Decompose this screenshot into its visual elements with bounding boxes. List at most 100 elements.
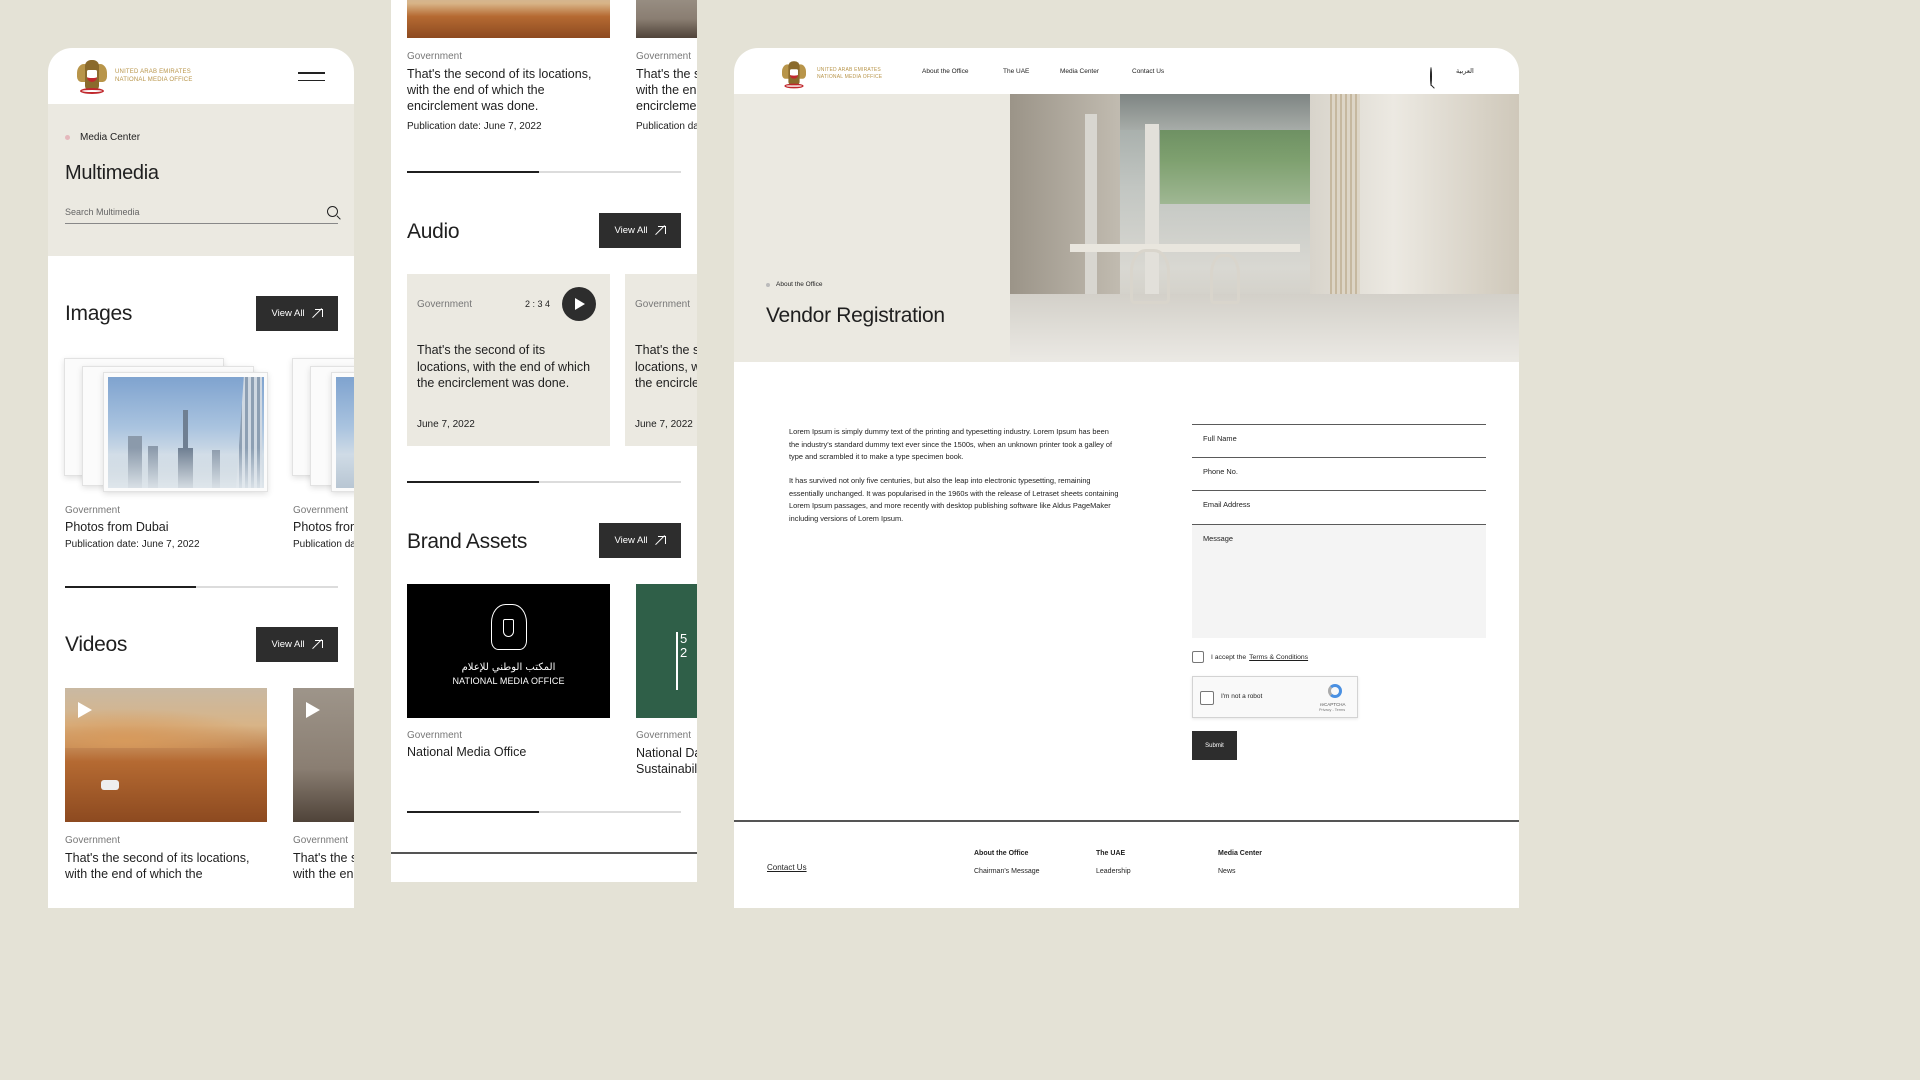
- arrow-up-right-icon: [313, 639, 323, 650]
- brand-logo[interactable]: UNITED ARAB EMIRATES NATIONAL MEDIA OFFI…: [77, 58, 193, 94]
- brand-line-2: NATIONAL MEDIA OFFICE: [115, 77, 193, 83]
- footer-contact-link[interactable]: Contact Us: [767, 863, 807, 872]
- arrow-up-right-icon: [656, 225, 666, 236]
- search-input[interactable]: Search Multimedia: [65, 206, 338, 224]
- recaptcha-privacy[interactable]: Privacy - Terms: [1319, 708, 1345, 712]
- search-icon[interactable]: [1430, 67, 1432, 86]
- images-section-title: Images: [65, 302, 133, 325]
- full-name-field[interactable]: Full Name: [1192, 424, 1486, 458]
- nav-the-uae[interactable]: The UAE: [1003, 68, 1029, 75]
- nav-media-center[interactable]: Media Center: [1060, 68, 1099, 75]
- view-all-label: View All: [614, 225, 648, 236]
- nav-contact-us[interactable]: Contact Us: [1132, 68, 1164, 75]
- mobile-panel: UNITED ARAB EMIRATES NATIONAL MEDIA OFFI…: [48, 48, 354, 908]
- card-title[interactable]: That's the second of its locations, with…: [65, 850, 265, 882]
- image-card-2[interactable]: [331, 372, 354, 492]
- page-title: Multimedia: [65, 162, 159, 184]
- card-date: Publication date: June 7, 2022: [65, 539, 200, 550]
- card-title[interactable]: National Day Sustainability: [636, 745, 697, 777]
- phone-label: Phone No.: [1203, 467, 1238, 476]
- footer-link-leadership[interactable]: Leadership: [1096, 868, 1131, 875]
- images-carousel-progress[interactable]: [65, 585, 338, 588]
- message-field[interactable]: Message: [1192, 524, 1486, 638]
- video-thumbnail-city[interactable]: [636, 0, 697, 38]
- middle-panel: Government That's the second of its loca…: [391, 0, 697, 882]
- footer-col-uae[interactable]: The UAE: [1096, 850, 1125, 857]
- footer-divider: [391, 852, 697, 854]
- audio-section-title: Audio: [407, 220, 460, 243]
- card-title[interactable]: National Media Office: [407, 745, 526, 759]
- progress-fill: [65, 585, 197, 588]
- breadcrumb-dot-icon: [766, 282, 770, 287]
- brand-assets-carousel-progress[interactable]: [407, 810, 681, 813]
- page-header: Media Center Multimedia Search Multimedi…: [48, 104, 354, 256]
- audio-card[interactable]: Government That's the second of its loca…: [625, 274, 697, 446]
- card-tag: Government: [407, 51, 463, 62]
- email-field[interactable]: Email Address: [1192, 490, 1486, 524]
- footer-link-news[interactable]: News: [1218, 868, 1236, 875]
- card-tag: Government: [293, 835, 349, 846]
- uae-emblem-icon: [77, 58, 107, 94]
- page-title: Vendor Registration: [766, 304, 945, 327]
- image-card-dubai[interactable]: [103, 372, 268, 492]
- images-view-all-button[interactable]: View All: [256, 296, 338, 331]
- logo-english-text: NATIONAL MEDIA OFFICE: [452, 676, 565, 686]
- video-thumbnail-city[interactable]: [293, 688, 354, 822]
- videos-view-all-button[interactable]: View All: [256, 627, 338, 662]
- audio-card[interactable]: Government 2 : 3 4 That's the second of …: [407, 274, 610, 446]
- play-button-icon[interactable]: [562, 287, 596, 321]
- brand-assets-view-all-button[interactable]: View All: [599, 523, 681, 558]
- videos-carousel-progress[interactable]: [407, 170, 681, 173]
- email-label: Email Address: [1203, 500, 1251, 509]
- card-tag: Government: [636, 51, 692, 62]
- brand-asset-nmo-logo[interactable]: المكتب الوطني للإعلام NATIONAL MEDIA OFF…: [407, 584, 610, 718]
- card-title[interactable]: Photos from Dubai: [65, 520, 169, 534]
- emblem-outline-icon: [491, 604, 527, 650]
- progress-fill: [407, 170, 539, 173]
- card-title: That's the second of its locations, with…: [417, 343, 591, 390]
- breadcrumb-link[interactable]: About the Office: [776, 281, 823, 288]
- progress-fill: [407, 480, 539, 483]
- view-all-label: View All: [271, 308, 305, 319]
- desktop-panel: UNITED ARAB EMIRATES NATIONAL MEDIA OFFI…: [734, 48, 1519, 908]
- progress-fill: [407, 810, 539, 813]
- footer-link-chairman[interactable]: Chairman's Message: [974, 868, 1040, 875]
- search-icon[interactable]: [327, 206, 338, 217]
- phone-field[interactable]: Phone No.: [1192, 457, 1486, 491]
- logo-arabic-text: المكتب الوطني للإعلام: [461, 662, 556, 673]
- nav-about-office[interactable]: About the Office: [922, 68, 969, 75]
- video-thumbnail-desert[interactable]: [407, 0, 610, 38]
- card-title[interactable]: That's the second of its locations, with…: [293, 850, 354, 882]
- card-tag: Government: [293, 505, 349, 516]
- recaptcha-text: reCAPTCHA: [1320, 702, 1346, 707]
- card-tag: Government: [635, 299, 691, 310]
- card-title[interactable]: Photos from Dubai: [293, 520, 354, 534]
- intro-paragraph-2: It has survived not only five centuries,…: [789, 476, 1119, 523]
- card-title: That's the second of its locations, with…: [635, 343, 697, 390]
- brand-logo[interactable]: UNITED ARAB EMIRATES NATIONAL MEDIA OFFI…: [779, 56, 882, 92]
- submit-label: Submit: [1205, 742, 1224, 749]
- submit-button[interactable]: Submit: [1192, 731, 1237, 760]
- terms-link[interactable]: Terms & Conditions: [1249, 654, 1308, 661]
- audio-carousel-progress[interactable]: [407, 480, 681, 483]
- office-interior-image: [1010, 94, 1519, 362]
- view-all-label: View All: [614, 535, 648, 546]
- terms-checkbox[interactable]: [1192, 651, 1204, 663]
- recaptcha-checkbox[interactable]: [1200, 691, 1214, 705]
- hamburger-menu-icon[interactable]: [298, 72, 325, 87]
- logo-mark-52: 52: [680, 631, 688, 660]
- card-tag: Government: [65, 835, 121, 846]
- breadcrumb-link[interactable]: Media Center: [80, 132, 140, 143]
- card-title[interactable]: That's the second of its locations, with…: [636, 66, 697, 114]
- footer-col-about[interactable]: About the Office: [974, 850, 1028, 857]
- audio-view-all-button[interactable]: View All: [599, 213, 681, 248]
- language-switch[interactable]: العربية: [1456, 67, 1474, 75]
- hero-title-area: About the Office Vendor Registration: [734, 94, 1010, 362]
- footer-col-media[interactable]: Media Center: [1218, 850, 1262, 857]
- brand-asset-national-day[interactable]: 52: [636, 584, 697, 718]
- video-thumbnail-desert[interactable]: [65, 688, 267, 822]
- card-title[interactable]: That's the second of its locations, with…: [407, 66, 612, 114]
- recaptcha-widget[interactable]: I'm not a robot reCAPTCHA Privacy - Term…: [1192, 676, 1358, 718]
- terms-prefix: I accept the: [1211, 653, 1247, 661]
- brand-text: UNITED ARAB EMIRATES NATIONAL MEDIA OFFI…: [115, 68, 193, 84]
